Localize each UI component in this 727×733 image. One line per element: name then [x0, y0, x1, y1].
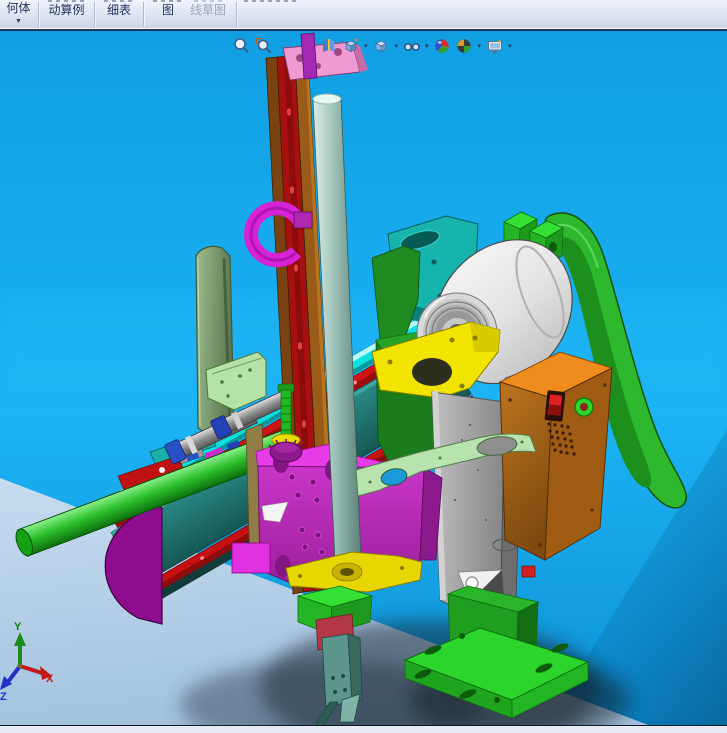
toolbar-gap [276, 45, 316, 46]
ribbon-button-label: 细表 [96, 4, 142, 17]
ribbon-button-drawing[interactable]: 图 [145, 0, 191, 28]
cropped-text-remnant [153, 0, 183, 2]
ribbon-divider [236, 2, 237, 27]
cropped-text-remnant [104, 0, 134, 2]
chevron-down-icon: ▼ [0, 18, 37, 25]
hide-show-items-icon[interactable] [402, 36, 421, 55]
zoom-to-fit-icon[interactable] [232, 36, 251, 55]
apply-scene-icon[interactable] [455, 36, 474, 55]
view-orientation-icon[interactable] [341, 36, 360, 55]
ribbon-button-label: 何体 [0, 2, 37, 15]
part-sheet-metal-bracket[interactable] [196, 246, 234, 440]
zoom-to-area-icon[interactable] [254, 36, 273, 55]
chevron-down-icon[interactable]: ▾ [363, 42, 369, 50]
headsup-view-toolbar: ▾ ▾ ▾ ▾ ▾ [232, 36, 513, 55]
cropped-text-remnant [244, 0, 300, 2]
section-view-icon[interactable] [319, 36, 338, 55]
ribbon-button-bom[interactable]: 细表 [96, 0, 142, 28]
ribbon-button-label: 线草图 [186, 4, 230, 17]
edit-appearance-icon[interactable] [433, 36, 452, 55]
chevron-down-icon[interactable]: ▾ [424, 42, 430, 50]
ribbon-divider [143, 2, 144, 27]
cropped-text-remnant [48, 0, 85, 2]
chevron-down-icon[interactable]: ▾ [507, 42, 513, 50]
cad-application-window: 何体 ▼ 动算例 细表 图 线草图 [0, 0, 727, 733]
ribbon-button-label: 动算例 [40, 4, 93, 17]
ribbon-divider [94, 2, 95, 27]
display-style-icon[interactable] [372, 36, 391, 55]
view-settings-icon[interactable] [485, 36, 504, 55]
svg-text:X: X [46, 673, 54, 685]
ribbon-button-3d-sketch[interactable]: 线草图 [186, 0, 230, 28]
ribbon-button-motion-study[interactable]: 动算例 [40, 0, 93, 28]
chevron-down-icon[interactable]: ▾ [394, 42, 400, 50]
chevron-down-icon[interactable]: ▾ [477, 42, 483, 50]
svg-text:Y: Y [14, 621, 22, 633]
graphics-viewport[interactable]: Y X Z ▾ ▾ ▾ [0, 31, 727, 725]
cropped-text-remnant [194, 0, 222, 2]
svg-text:Z: Z [0, 691, 7, 703]
status-bar [0, 725, 727, 733]
ribbon-button-geometry[interactable]: 何体 ▼ [0, 0, 37, 28]
model-3d-view[interactable]: Y X Z [0, 31, 727, 725]
ribbon-toolbar: 何体 ▼ 动算例 细表 图 线草图 [0, 0, 727, 29]
ribbon-divider [38, 2, 39, 27]
ribbon-button-label: 图 [145, 4, 191, 17]
